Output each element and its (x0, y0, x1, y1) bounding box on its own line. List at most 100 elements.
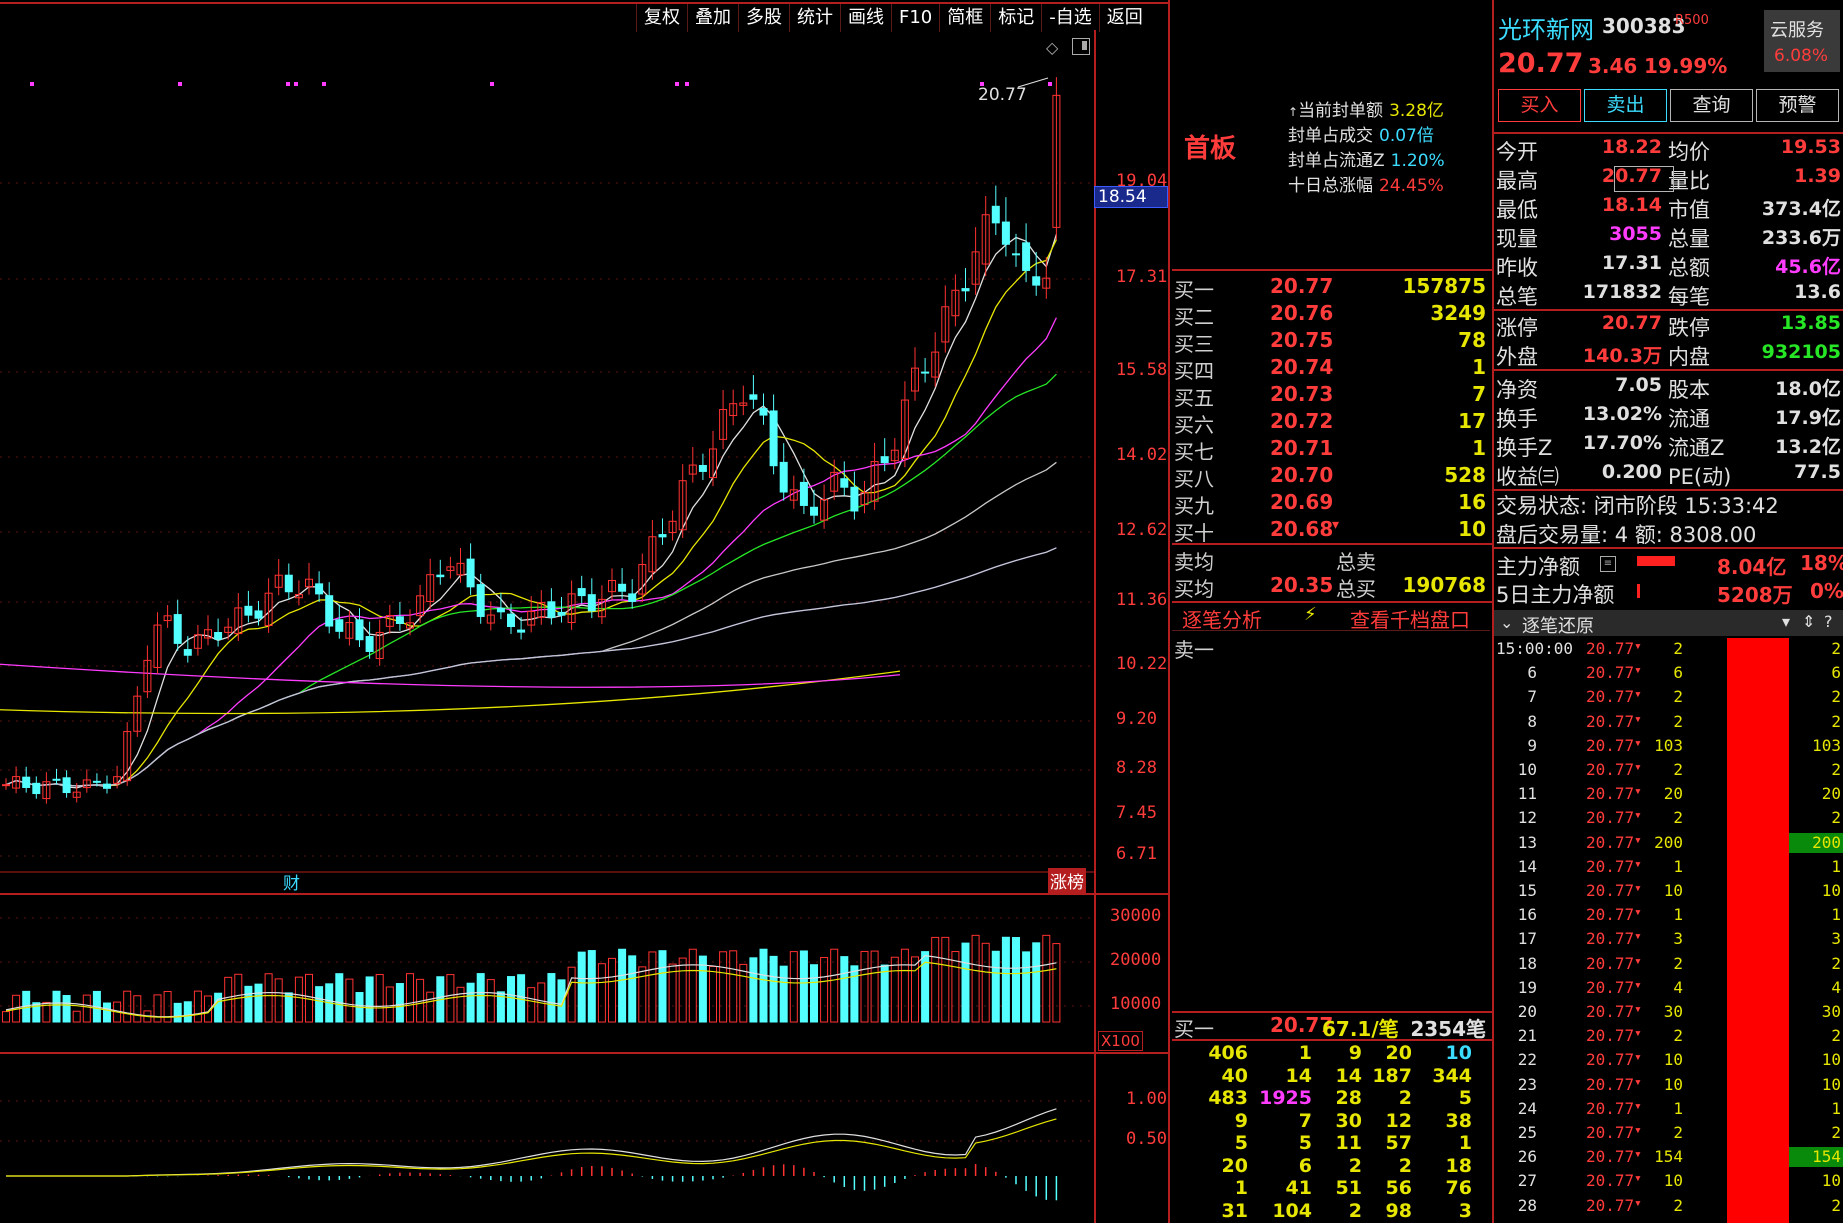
view-thousand-book-link[interactable]: 查看千档盘口 (1350, 604, 1470, 633)
candle-body[interactable] (1022, 242, 1031, 271)
buy-level-row[interactable]: 买三 20.75 78 (1172, 328, 1490, 356)
candle-body[interactable] (335, 619, 344, 632)
candle-body[interactable] (395, 616, 404, 625)
limit-up-rank-marker[interactable]: 涨榜 (1048, 868, 1086, 893)
candle-body[interactable] (476, 584, 485, 617)
candle-body[interactable] (325, 595, 334, 627)
alert-button[interactable]: 预警 (1756, 89, 1839, 122)
candle-body[interactable] (254, 610, 263, 619)
candle-body[interactable] (618, 583, 627, 592)
candle-body[interactable] (32, 782, 41, 795)
volume-bar (739, 963, 748, 1023)
filter-icon[interactable]: ▾ (1782, 612, 1790, 631)
toolbar-btn-4[interactable]: 画线 (840, 4, 891, 32)
expand-arrow-icon[interactable]: ▾ (1332, 517, 1339, 533)
candle-body[interactable] (749, 394, 758, 400)
buy-level-row[interactable]: 买五 20.73 7 (1172, 382, 1490, 410)
quote-label: 流通Z (1668, 436, 1725, 460)
kline-chart[interactable] (0, 30, 1094, 1223)
toolbar-btn-0[interactable]: 复权 (636, 4, 687, 32)
toolbar-btn-5[interactable]: F10 (891, 4, 939, 32)
seal-info-value: 1.20% (1390, 151, 1445, 171)
candle-body[interactable] (961, 288, 970, 292)
candle-body[interactable] (759, 408, 768, 416)
candle-body[interactable] (921, 371, 930, 374)
buy-level-row[interactable]: 买七 20.71 1 (1172, 436, 1490, 464)
candle-body[interactable] (628, 593, 637, 602)
candle-body[interactable] (507, 613, 515, 628)
queue-cell: 28 (1335, 1087, 1362, 1109)
candle-body[interactable] (183, 649, 192, 656)
candle-body[interactable] (365, 636, 374, 652)
queue-cell: 1925 (1259, 1087, 1312, 1109)
buy-level-row[interactable]: 买九 20.69 16 (1172, 490, 1490, 518)
buy-level-row[interactable]: 买八 20.70 528 (1172, 463, 1490, 491)
buy-level-row[interactable]: 买十 20.68 10 ▾ (1172, 517, 1490, 545)
candle-body[interactable] (62, 777, 71, 794)
candle-body[interactable] (355, 619, 364, 641)
candle-body[interactable] (1032, 276, 1041, 286)
candle-body[interactable] (880, 456, 889, 464)
down-arrow-icon: ▾ (1634, 905, 1642, 921)
candle-body[interactable] (577, 588, 586, 597)
buy-level-row[interactable]: 买一 20.77 157875 (1172, 274, 1490, 302)
candle-body[interactable] (840, 478, 849, 488)
sell-button[interactable]: 卖出 (1584, 89, 1667, 122)
candle-body[interactable] (557, 611, 566, 616)
candle-body[interactable] (315, 583, 324, 595)
toolbar-btn-9[interactable]: 返回 (1098, 4, 1150, 32)
candle-body[interactable] (284, 574, 293, 593)
candle-body[interactable] (779, 461, 788, 493)
list-icon[interactable]: ≡ (1600, 556, 1616, 572)
sort-icon[interactable]: ⇕ (1802, 612, 1815, 631)
price-tick-label: 17.31 (1116, 267, 1168, 287)
candle-body[interactable] (587, 594, 596, 612)
buy-level-row[interactable]: 买四 20.74 1 (1172, 355, 1490, 383)
candle-body[interactable] (810, 506, 818, 516)
buy-level-row[interactable]: 买六 20.72 17 (1172, 409, 1490, 437)
candle-body[interactable] (22, 776, 31, 788)
candle-body[interactable] (799, 481, 808, 506)
candle-body[interactable] (466, 558, 475, 588)
cloud-service-box[interactable]: 云服务 6.08% (1764, 10, 1840, 72)
candle-body[interactable] (496, 607, 505, 613)
candle-body[interactable] (517, 629, 526, 633)
finance-marker[interactable]: 财 (283, 869, 300, 894)
candle-body[interactable] (2, 784, 10, 787)
moving-average-line (5, 239, 1057, 787)
candle-body[interactable] (658, 534, 667, 538)
candle-body[interactable] (103, 783, 111, 789)
help-icon[interactable]: ? (1824, 612, 1833, 631)
candle-body[interactable] (173, 614, 182, 644)
toolbar-btn-3[interactable]: 统计 (789, 4, 840, 32)
buy-button[interactable]: 买入 (1498, 89, 1581, 122)
candle-body[interactable] (244, 605, 253, 616)
toolbar-btn-8[interactable]: -自选 (1041, 4, 1099, 32)
volume-bar (365, 976, 374, 1023)
tick-header[interactable]: ⌄ 逐笔还原 ▾ ⇕ ? (1494, 610, 1843, 637)
chart-area[interactable]: 复权 叠加 多股 统计 画线 F10 简框 标记 -自选 返回 ◇ 19.04 17.31 15.58… (0, 0, 1170, 1223)
candle-body[interactable] (1001, 221, 1010, 245)
candle-body[interactable] (52, 778, 61, 781)
candle-body[interactable] (769, 410, 778, 467)
candle-body[interactable] (92, 780, 101, 783)
candle-body[interactable] (214, 632, 223, 640)
buy-level-row[interactable]: 买二 20.76 3249 (1172, 301, 1490, 329)
candle-body[interactable] (1012, 253, 1020, 256)
candle-body[interactable] (850, 486, 859, 512)
collapse-icon[interactable]: ⌄ (1500, 613, 1513, 632)
tab-tick-analysis[interactable]: 逐笔分析 (1182, 604, 1262, 633)
candle-body[interactable] (436, 574, 445, 578)
candle-body[interactable] (547, 601, 556, 618)
toolbar-btn-2[interactable]: 多股 (738, 4, 789, 32)
candle-body[interactable] (698, 464, 707, 472)
toolbar-btn-7[interactable]: 标记 (990, 4, 1041, 32)
seal-info-label: 十日总涨幅 (1288, 176, 1373, 196)
tick-price: 20.77 (1586, 711, 1635, 731)
tick-row: 24 20.77 ▾ 1 1 (1494, 1099, 1843, 1123)
candle-body[interactable] (991, 205, 1000, 224)
toolbar-btn-6[interactable]: 简框 (939, 4, 990, 32)
toolbar-btn-1[interactable]: 叠加 (687, 4, 738, 32)
trade-status: 交易状态: 闭市阶段 15:33:42 (1496, 494, 1779, 518)
query-button[interactable]: 查询 (1670, 89, 1753, 122)
